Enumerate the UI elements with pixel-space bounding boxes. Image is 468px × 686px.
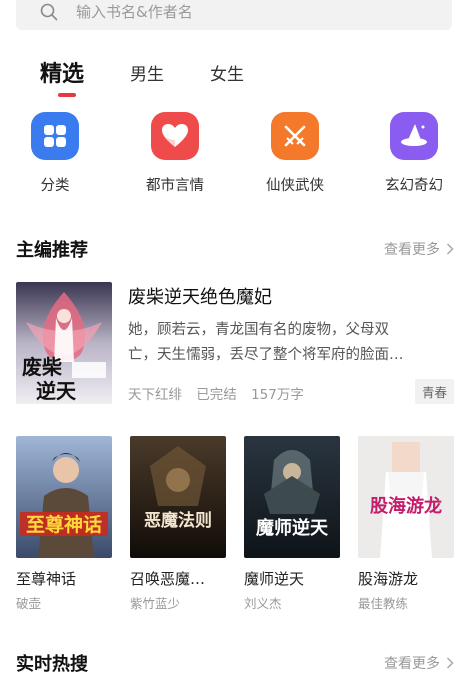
category-label: 都市言情 [146, 178, 204, 194]
cover-text: 魔师逆天 [256, 517, 329, 539]
book-cover: 至尊神话 [16, 436, 112, 558]
category-label: 分类 [40, 178, 70, 194]
chevron-right-icon [446, 657, 454, 669]
book-cover: 恶魔法则 [130, 436, 226, 558]
see-more-hot-search[interactable]: 查看更多 [384, 653, 454, 673]
featured-status: 已完结 [196, 387, 237, 403]
book-title: 股海游龙 [358, 570, 419, 588]
search-bar[interactable] [16, 0, 452, 30]
svg-text:逆天: 逆天 [36, 379, 77, 403]
see-more-label: 查看更多 [384, 656, 440, 672]
book-author: 破壶 [16, 596, 42, 611]
genre-tag[interactable]: 青春 [414, 379, 454, 404]
heart-icon [151, 112, 199, 160]
book-card[interactable]: 至尊神话 至尊神话 破壶 [16, 436, 114, 612]
tab-featured[interactable]: 精选 [40, 56, 84, 88]
category-label: 玄幻奇幻 [385, 178, 443, 194]
channel-tabs: 精选 男生 女生 [40, 56, 290, 88]
search-icon [40, 3, 58, 21]
category-fantasy[interactable]: 玄幻奇幻 [364, 112, 464, 195]
book-title: 召唤恶魔… [130, 570, 206, 588]
book-cover: 废柴 逆天 [16, 282, 112, 404]
cover-text: 废柴 [22, 355, 63, 379]
featured-description: 她，顾若云，青龙国有名的废物，父母双 亡，天生懦弱，丢尽了整个将军府的脸面… [128, 318, 456, 368]
featured-meta: 天下红绯 已完结 157万字 [128, 383, 314, 403]
see-more-label: 查看更多 [384, 242, 440, 258]
wizard-hat-icon [390, 112, 438, 160]
book-card[interactable]: 恶魔法则 召唤恶魔… 紫竹蓝少 [130, 436, 228, 612]
category-all[interactable]: 分类 [5, 112, 105, 195]
search-input[interactable] [76, 3, 396, 21]
description-line: 她，顾若云，青龙国有名的废物，父母双 [128, 322, 389, 338]
chevron-right-icon [446, 243, 454, 255]
tab-female[interactable]: 女生 [210, 56, 244, 88]
description-line: 亡，天生懦弱，丢尽了整个将军府的脸面… [128, 347, 404, 363]
see-more-editor-picks[interactable]: 查看更多 [384, 239, 454, 259]
book-author: 紫竹蓝少 [130, 596, 181, 611]
book-cover: 股海游龙 [358, 436, 454, 558]
tab-male[interactable]: 男生 [130, 56, 164, 88]
grid-icon [31, 112, 79, 160]
book-title: 魔师逆天 [244, 570, 305, 588]
book-author: 最佳教练 [358, 596, 409, 611]
featured-book[interactable]: 废柴 逆天 废柴逆天绝色魔妃 她，顾若云，青龙国有名的废物，父母双 亡，天生懦弱… [16, 282, 456, 404]
featured-word-count: 157万字 [251, 387, 304, 403]
featured-author: 天下红绯 [128, 387, 182, 403]
category-label: 仙侠武侠 [266, 178, 324, 194]
active-tab-indicator [58, 93, 76, 97]
cover-text: 至尊神话 [26, 513, 102, 536]
cover-text: 恶魔法则 [144, 510, 212, 531]
section-title-editor-picks: 主编推荐 [16, 240, 88, 261]
book-card[interactable]: 股海游龙 股海游龙 最佳教练 [358, 436, 456, 612]
category-xianxia[interactable]: 仙侠武侠 [245, 112, 345, 195]
book-author: 刘义杰 [244, 596, 282, 611]
section-title-hot-search: 实时热搜 [16, 654, 88, 675]
category-urban-romance[interactable]: 都市言情 [125, 112, 225, 195]
swords-icon [271, 112, 319, 160]
featured-title: 废柴逆天绝色魔妃 [128, 287, 272, 308]
book-cover: 魔师逆天 [244, 436, 340, 558]
cover-text: 股海游龙 [369, 495, 442, 517]
book-card[interactable]: 魔师逆天 魔师逆天 刘义杰 [244, 436, 342, 612]
book-title: 至尊神话 [16, 570, 77, 588]
